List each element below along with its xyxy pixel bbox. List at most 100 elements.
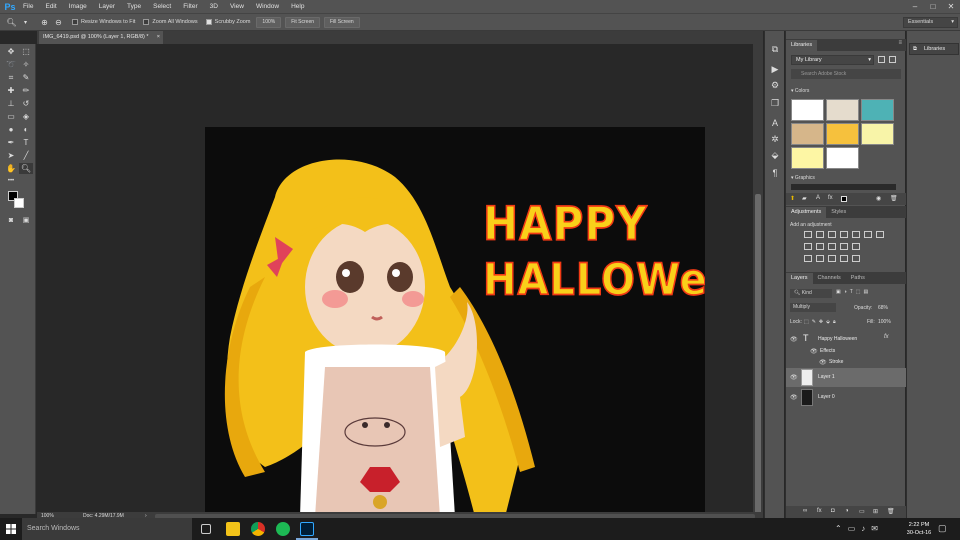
healing-brush-tool-icon[interactable]: ✚ — [4, 85, 18, 96]
lasso-tool-icon[interactable]: ➰ — [4, 59, 18, 70]
color-swatch[interactable] — [826, 123, 859, 145]
add-character-style-icon[interactable]: A — [816, 195, 820, 201]
paragraph-icon[interactable]: ¶ — [769, 167, 781, 179]
tab-libraries[interactable]: Libraries — [786, 40, 818, 51]
actions-icon[interactable]: ▶ — [769, 63, 781, 75]
layer-row-layer1[interactable]: 👁︎ Layer 1 — [786, 368, 906, 387]
adjustment-icon[interactable] — [840, 243, 848, 250]
delete-layer-icon[interactable]: 🗑︎ — [887, 508, 895, 515]
visibility-eye-icon[interactable]: 👁︎ — [790, 336, 798, 343]
menu-file[interactable]: File — [20, 0, 39, 13]
layer-filter-kind[interactable]: 🔍︎ Kind — [790, 289, 832, 298]
grid-view-icon[interactable] — [878, 56, 885, 63]
add-graphic-icon[interactable]: ▰ — [802, 195, 807, 202]
stock-search-input[interactable]: Search Adobe Stock — [791, 69, 901, 79]
paint-bucket-tool-icon[interactable]: ◈ — [19, 111, 33, 122]
color-swatch[interactable] — [791, 147, 824, 169]
tab-adjustments[interactable]: Adjustments — [786, 207, 827, 218]
color-swatch[interactable] — [826, 99, 859, 121]
type-tool-icon[interactable]: T — [19, 137, 33, 148]
layer-filter-icons[interactable]: ▣◑T⬚▤ — [836, 289, 871, 295]
adjustment-icon[interactable] — [840, 231, 848, 238]
workspace-selector[interactable]: Essentials ▾ — [903, 17, 958, 28]
vertical-scrollbar[interactable] — [753, 44, 763, 514]
menu-window[interactable]: Window — [250, 0, 285, 13]
clone-stamp-tool-icon[interactable]: ⊥ — [4, 98, 18, 109]
more-tools-icon[interactable]: ••• — [4, 176, 18, 187]
zoom-100-button[interactable]: 100% — [256, 16, 282, 28]
chrome-icon[interactable] — [251, 522, 265, 536]
tab-channels[interactable]: Channels — [813, 273, 846, 284]
brush-tool-icon[interactable]: ✏ — [19, 85, 33, 96]
adjustment-icon[interactable] — [840, 255, 848, 262]
action-center-icon[interactable]: ▢ — [938, 523, 947, 534]
eyedropper-tool-icon[interactable]: ✎ — [19, 72, 33, 83]
move-tool-icon[interactable]: ✥ — [4, 46, 18, 57]
properties-icon[interactable]: ⚙ — [769, 79, 781, 91]
minimize-icon[interactable]: – — [906, 0, 924, 13]
scrubby-zoom-checkbox[interactable]: Scrubby Zoom — [205, 19, 250, 25]
zoom-tool-icon[interactable]: 🔍︎ — [19, 163, 33, 174]
line-tool-icon[interactable]: ╱ — [19, 150, 33, 161]
marquee-tool-icon[interactable]: ⬚ — [19, 46, 33, 57]
eraser-tool-icon[interactable]: ▭ — [4, 111, 18, 122]
layer-effects-row[interactable]: 👁︎ Effects — [786, 346, 906, 357]
fill-screen-button[interactable]: Fill Screen — [324, 16, 360, 28]
history-icon[interactable]: ⧉ — [769, 43, 781, 55]
taskbar-clock[interactable]: 2:22 PM 30-Oct-16 — [902, 521, 936, 537]
menu-image[interactable]: Image — [63, 0, 93, 13]
list-view-icon[interactable] — [889, 56, 896, 63]
libraries-collapsed-button[interactable]: ⧉ Libraries — [909, 43, 959, 55]
windows-start-icon[interactable] — [0, 518, 22, 540]
adjustment-icon[interactable] — [864, 231, 872, 238]
adjustment-icon[interactable] — [816, 231, 824, 238]
add-style-icon[interactable]: fx — [817, 508, 822, 514]
clone-source-icon[interactable]: ❐ — [769, 97, 781, 109]
zoom-tool-icon[interactable]: 🔍︎ — [6, 17, 17, 28]
adjustment-icon[interactable] — [828, 231, 836, 238]
tab-paths[interactable]: Paths — [846, 273, 870, 284]
effects-eye-icon[interactable]: 👁︎ — [810, 348, 818, 355]
crop-tool-icon[interactable]: ⌗ — [4, 72, 18, 83]
dodge-tool-icon[interactable]: ◐ — [19, 124, 33, 135]
zoom-all-windows-checkbox[interactable]: Zoom All Windows — [143, 19, 198, 25]
magic-wand-tool-icon[interactable]: ✧ — [19, 59, 33, 70]
color-swatch[interactable] — [791, 99, 824, 121]
background-color-swatch[interactable] — [14, 198, 24, 208]
taskbar-search-box[interactable]: Search Windows — [22, 518, 192, 540]
adjustment-icon[interactable] — [852, 231, 860, 238]
spotify-icon[interactable] — [276, 522, 290, 536]
color-swatch[interactable] — [861, 99, 894, 121]
menu-help[interactable]: Help — [285, 0, 310, 13]
chevron-down-icon[interactable]: ▾ — [20, 17, 31, 28]
blend-mode-select[interactable]: Multiply — [790, 303, 836, 312]
scrollbar-thumb[interactable] — [755, 194, 761, 514]
new-group-icon[interactable]: ▭ — [859, 508, 865, 515]
quick-mask-icon[interactable]: ◙ — [4, 215, 18, 226]
adjustment-icon[interactable] — [804, 243, 812, 250]
menu-layer[interactable]: Layer — [93, 0, 121, 13]
adjustment-icon[interactable] — [804, 231, 812, 238]
panel-menu-icon[interactable]: ≡ — [898, 40, 902, 46]
character-icon[interactable]: A — [769, 117, 781, 129]
add-mask-icon[interactable]: ◘ — [831, 508, 835, 514]
new-layer-icon[interactable]: ⊞ — [873, 508, 878, 515]
lock-icons[interactable]: ⬚✎✥⬙🔒︎ — [804, 319, 839, 325]
delete-icon[interactable]: 🗑︎ — [890, 195, 898, 202]
history-brush-tool-icon[interactable]: ↺ — [19, 98, 33, 109]
task-view-icon[interactable] — [201, 524, 211, 534]
zoom-in-icon[interactable]: ⊕ — [39, 17, 50, 28]
file-explorer-icon[interactable] — [226, 522, 240, 536]
fx-icon[interactable]: fx — [884, 334, 889, 340]
document-canvas[interactable]: HAPPY HALLOWeeN — [205, 127, 705, 512]
cloud-sync-icon[interactable]: ◉ — [876, 195, 881, 202]
photoshop-taskbar-icon[interactable] — [300, 522, 314, 536]
system-tray-icons[interactable]: ⌃▭♪✉ — [835, 524, 884, 533]
document-tab[interactable]: IMG_6419.psd @ 100% (Layer 1, RGB/8) * × — [39, 31, 163, 44]
opacity-value[interactable]: 68% — [878, 305, 888, 311]
adjustment-icon[interactable] — [816, 255, 824, 262]
adjustment-icon[interactable] — [852, 243, 860, 250]
close-tab-icon[interactable]: × — [157, 31, 160, 44]
adjustment-icon[interactable] — [852, 255, 860, 262]
fit-screen-button[interactable]: Fit Screen — [285, 16, 321, 28]
